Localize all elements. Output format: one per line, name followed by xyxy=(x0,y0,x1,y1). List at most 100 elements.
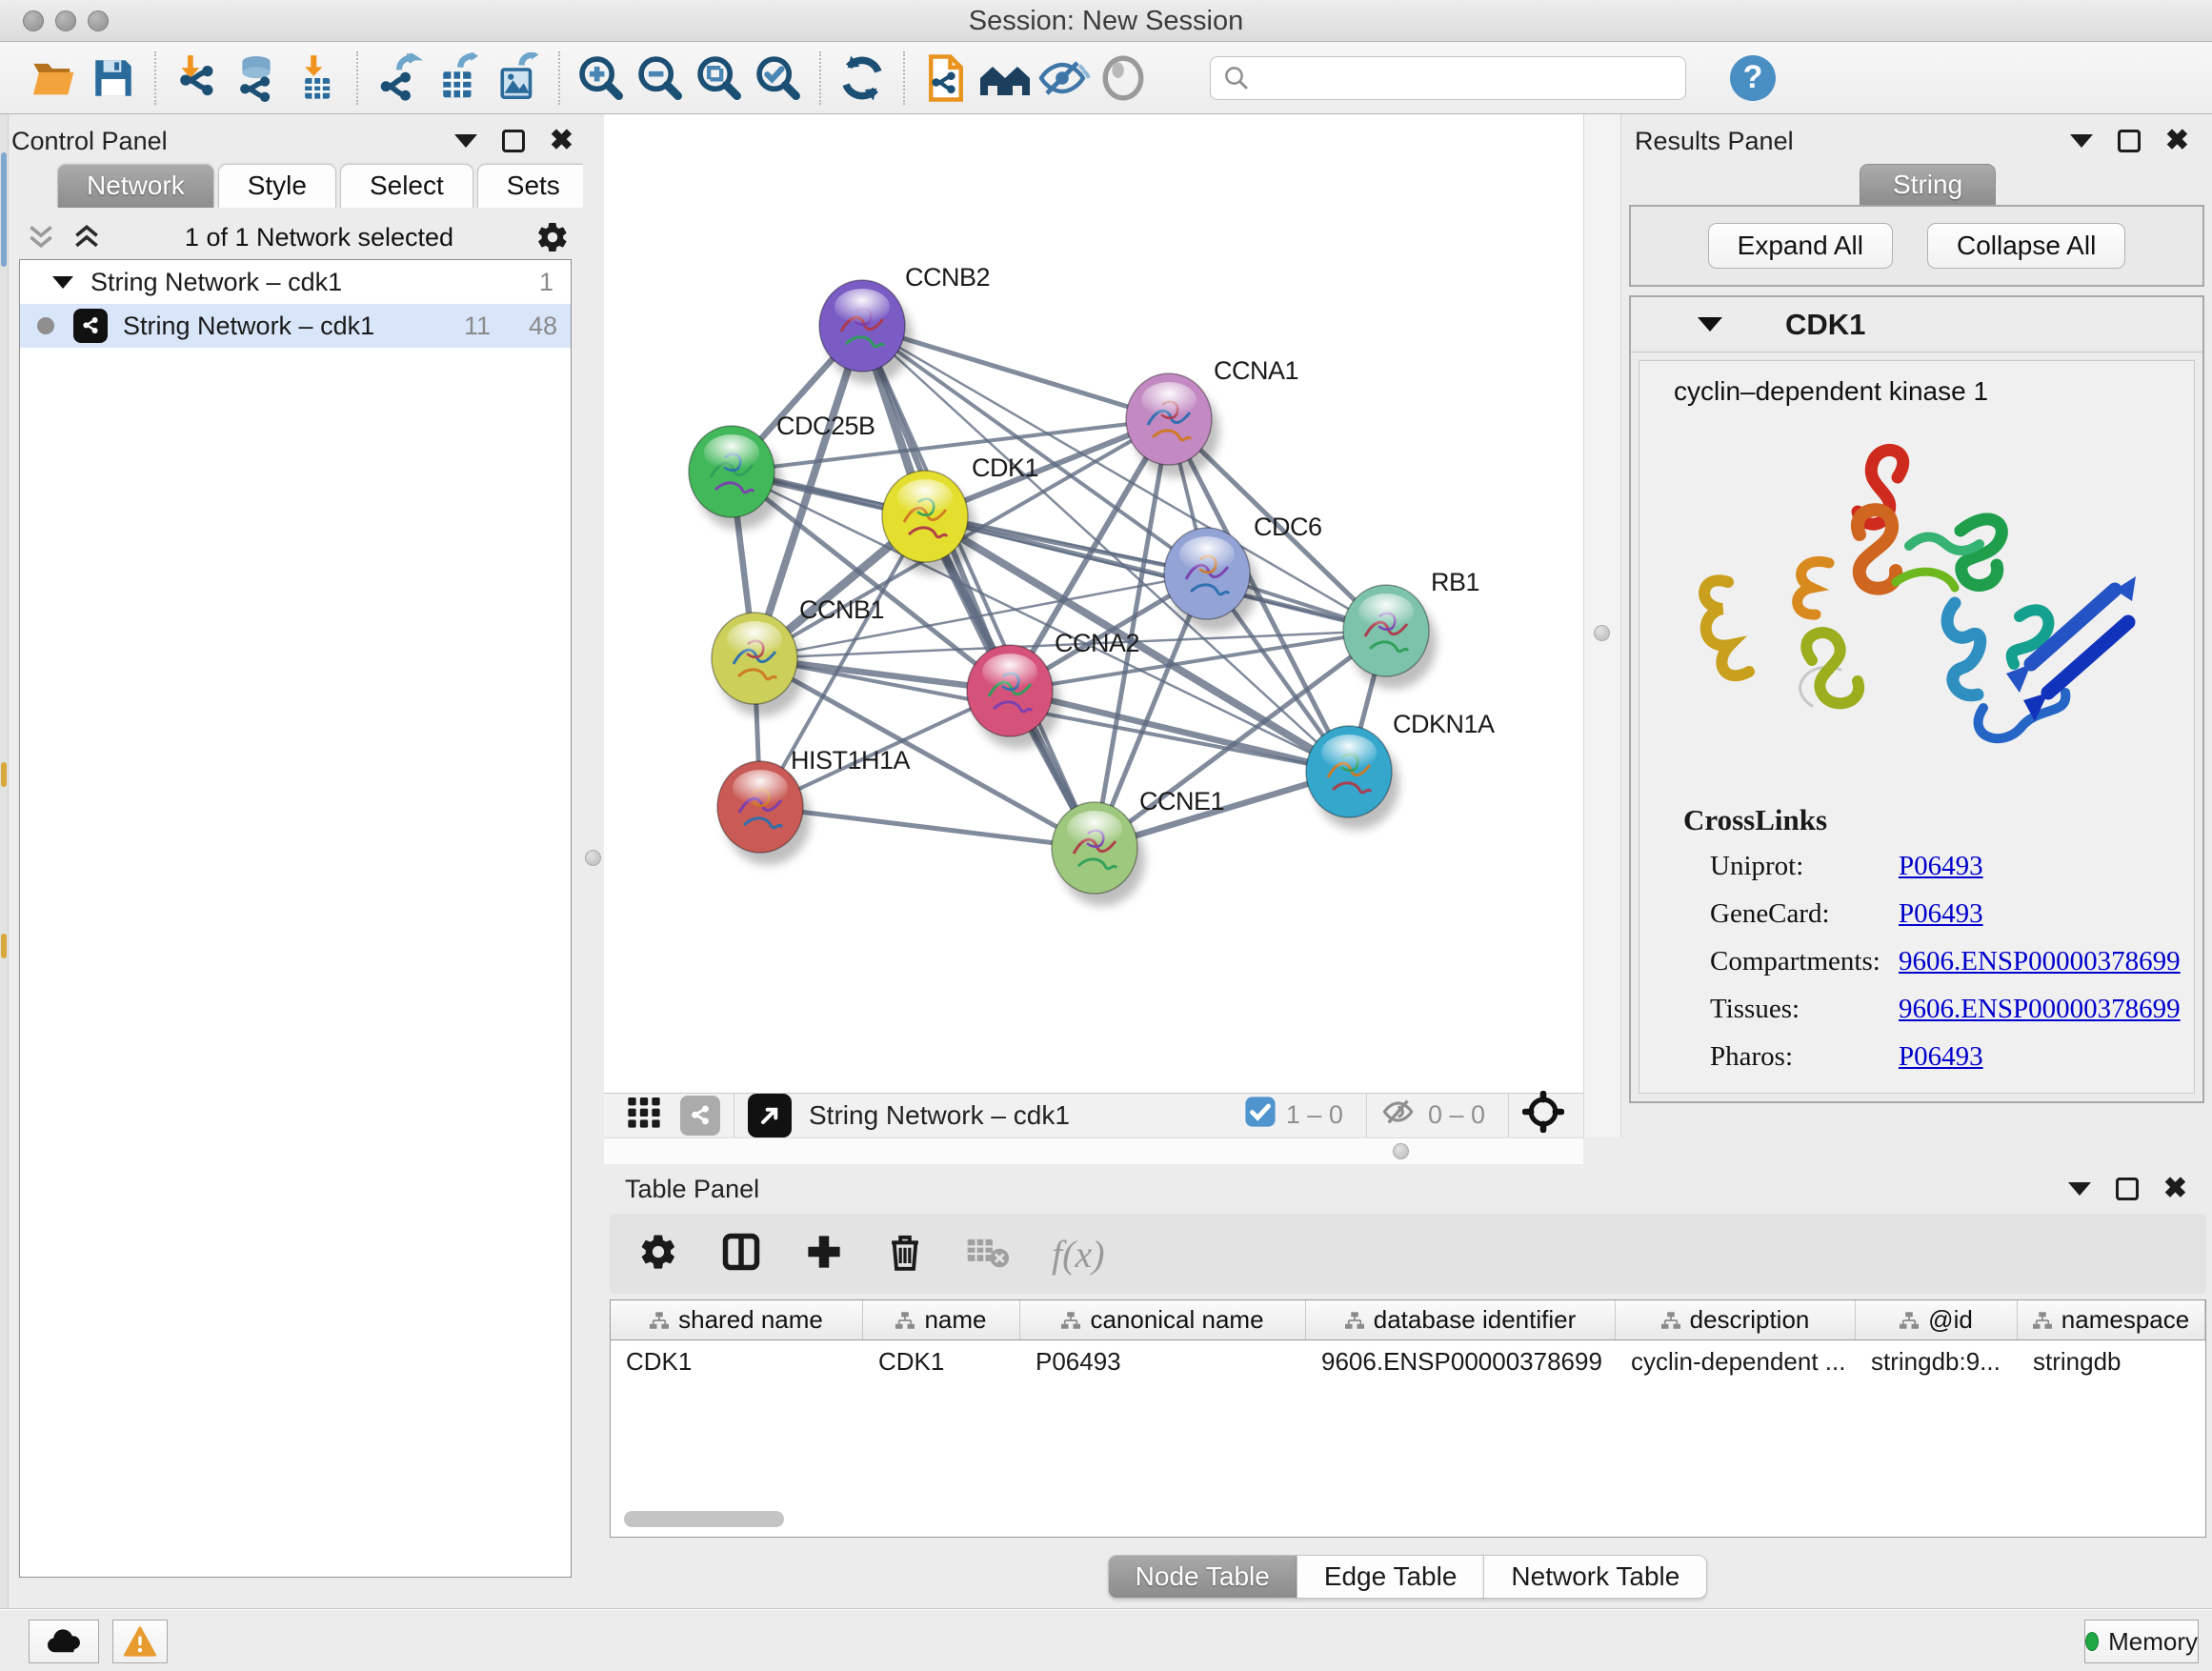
delete-column-trash-icon[interactable] xyxy=(886,1232,924,1277)
table-cell[interactable]: stringdb xyxy=(2018,1347,2205,1377)
results-panel-close-icon[interactable]: ✖ xyxy=(2165,130,2189,152)
tab-edge-table[interactable]: Edge Table xyxy=(1297,1555,1485,1599)
crosslink-link[interactable]: P06493 xyxy=(1899,1041,1983,1073)
search-input[interactable] xyxy=(1251,63,1660,92)
export-network-icon[interactable] xyxy=(370,49,429,108)
tab-style[interactable]: Style xyxy=(218,164,336,208)
network-node[interactable] xyxy=(1343,585,1437,689)
horizontal-splitter[interactable] xyxy=(604,1137,1583,1164)
zoom-selected-icon[interactable] xyxy=(749,49,808,108)
network-node[interactable] xyxy=(689,426,782,530)
selected-checkbox-icon[interactable] xyxy=(1244,1096,1277,1135)
home-houses-icon[interactable] xyxy=(975,49,1035,108)
tab-select[interactable]: Select xyxy=(340,164,473,208)
gene-collapse-caret-icon[interactable] xyxy=(1698,317,1722,332)
import-network-database-icon[interactable] xyxy=(227,49,286,108)
table-panel-restore-icon[interactable] xyxy=(2116,1178,2139,1200)
open-in-new-window-icon[interactable] xyxy=(748,1094,792,1137)
tab-network[interactable]: Network xyxy=(57,164,214,208)
tab-node-table[interactable]: Node Table xyxy=(1108,1555,1297,1599)
warning-button[interactable] xyxy=(112,1620,168,1663)
help-icon[interactable]: ? xyxy=(1730,55,1776,101)
network-edge[interactable] xyxy=(760,807,1095,848)
column-header[interactable]: shared name xyxy=(611,1300,863,1339)
refresh-icon[interactable] xyxy=(833,49,892,108)
network-vscroll-thumb[interactable] xyxy=(1594,625,1610,641)
network-node[interactable] xyxy=(1126,373,1219,477)
crosslink-link[interactable]: P06493 xyxy=(1899,898,1983,930)
import-table-icon[interactable] xyxy=(286,49,345,108)
left-splitter[interactable] xyxy=(583,114,604,1162)
expand-all-button[interactable]: Expand All xyxy=(1708,223,1893,269)
tab-network-table[interactable]: Network Table xyxy=(1483,1555,1707,1599)
network-collection-row[interactable]: String Network – cdk1 1 xyxy=(20,260,571,304)
column-header[interactable]: name xyxy=(863,1300,1020,1339)
cloud-button[interactable] xyxy=(29,1620,99,1663)
column-header[interactable]: namespace xyxy=(2018,1300,2205,1339)
zoom-in-icon[interactable] xyxy=(572,49,631,108)
table-cell[interactable]: CDK1 xyxy=(611,1347,863,1377)
table-panel-close-icon[interactable]: ✖ xyxy=(2163,1178,2187,1200)
export-table-icon[interactable] xyxy=(429,49,488,108)
tab-string[interactable]: String xyxy=(1860,164,1996,206)
memory-button[interactable]: Memory xyxy=(2084,1620,2199,1663)
left-splitter-handle[interactable] xyxy=(585,850,601,866)
crosslink-link[interactable]: 9606.ENSP00000378699 xyxy=(1899,994,2181,1025)
column-header[interactable]: database identifier xyxy=(1306,1300,1616,1339)
window-close-button[interactable] xyxy=(23,10,44,31)
tree-expand-caret-icon[interactable] xyxy=(52,276,73,289)
table-hscroll-thumb[interactable] xyxy=(624,1511,784,1527)
node-table[interactable]: shared namenamecanonical namedatabase id… xyxy=(610,1299,2206,1538)
table-row[interactable]: CDK1CDK1P064939606.ENSP00000378699cyclin… xyxy=(611,1340,2205,1382)
network-node[interactable] xyxy=(1306,726,1399,830)
column-header[interactable]: @id xyxy=(1856,1300,2018,1339)
control-panel-float-icon[interactable] xyxy=(454,134,477,148)
expand-all-icon[interactable] xyxy=(70,222,103,252)
window-zoom-button[interactable] xyxy=(88,10,109,31)
table-cell[interactable]: P06493 xyxy=(1020,1347,1306,1377)
network-node[interactable] xyxy=(967,645,1060,749)
hide-unhide-eye-icon[interactable] xyxy=(1035,49,1094,108)
collapse-all-icon[interactable] xyxy=(25,222,57,252)
column-header[interactable]: canonical name xyxy=(1020,1300,1306,1339)
network-node[interactable] xyxy=(882,471,975,574)
center-view-crosshair-icon[interactable] xyxy=(1522,1091,1564,1139)
collapse-all-button[interactable]: Collapse All xyxy=(1927,223,2125,269)
tab-sets[interactable]: Sets xyxy=(477,164,590,208)
gene-header-row[interactable]: CDK1 xyxy=(1631,297,2202,352)
network-row[interactable]: String Network – cdk1 11 48 xyxy=(20,304,571,348)
window-minimize-button[interactable] xyxy=(55,10,76,31)
zoom-fit-icon[interactable] xyxy=(690,49,749,108)
zoom-out-icon[interactable] xyxy=(631,49,690,108)
results-panel-float-icon[interactable] xyxy=(2070,134,2093,148)
network-vertical-scrollbar[interactable] xyxy=(1583,114,1621,1137)
results-panel-restore-icon[interactable] xyxy=(2118,130,2141,152)
import-network-file-icon[interactable] xyxy=(168,49,227,108)
control-panel-restore-icon[interactable] xyxy=(502,130,525,152)
show-graphics-sphere-icon[interactable] xyxy=(1094,49,1153,108)
crosslink-link[interactable]: P06493 xyxy=(1899,851,1983,882)
hidden-eye-off-icon[interactable] xyxy=(1380,1096,1418,1135)
network-canvas[interactable]: CCNB2CCNA1CDC25BCDK1CDC6RB1CCNB1CCNA2CDK… xyxy=(604,114,1583,1093)
open-session-icon[interactable] xyxy=(25,49,84,108)
table-panel-float-icon[interactable] xyxy=(2068,1182,2091,1196)
table-cell[interactable]: 9606.ENSP00000378699 xyxy=(1306,1347,1616,1377)
save-session-icon[interactable] xyxy=(84,49,143,108)
column-header[interactable]: description xyxy=(1616,1300,1856,1339)
string-document-icon[interactable] xyxy=(916,49,975,108)
split-columns-icon[interactable] xyxy=(720,1231,762,1278)
string-view-icon[interactable] xyxy=(680,1096,720,1136)
table-settings-gear-icon[interactable] xyxy=(638,1232,678,1277)
network-node[interactable] xyxy=(819,280,913,384)
table-cell[interactable]: cyclin-dependent ... xyxy=(1616,1347,1856,1377)
birdseye-grid-icon[interactable] xyxy=(625,1093,663,1137)
horizontal-splitter-handle[interactable] xyxy=(1393,1143,1409,1159)
crosslink-link[interactable]: 9606.ENSP00000378699 xyxy=(1899,946,2181,977)
add-column-plus-icon[interactable] xyxy=(804,1232,844,1277)
table-cell[interactable]: CDK1 xyxy=(863,1347,1020,1377)
network-options-gear-icon[interactable] xyxy=(535,220,570,254)
export-image-icon[interactable] xyxy=(488,49,547,108)
control-panel-close-icon[interactable]: ✖ xyxy=(550,130,573,152)
network-node[interactable] xyxy=(717,761,811,865)
table-cell[interactable]: stringdb:9... xyxy=(1856,1347,2018,1377)
